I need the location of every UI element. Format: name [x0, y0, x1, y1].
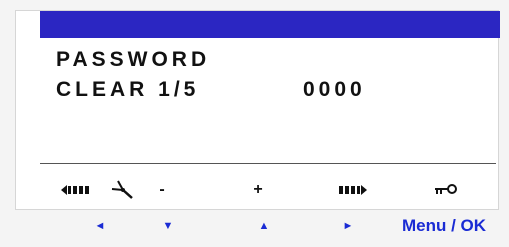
menu-ok-button[interactable]: Menu / OK	[388, 213, 500, 239]
divider	[40, 163, 496, 164]
move-left-icon	[60, 179, 92, 201]
device-frame: PASSWORD CLEAR 1/5 0000 - + ◄ ▼ ▲ ► Menu…	[0, 0, 509, 247]
nav-right-button[interactable]: ►	[336, 213, 360, 239]
function-icon-row: - +	[16, 179, 498, 201]
title-bar	[40, 11, 500, 38]
lcd-screen: PASSWORD CLEAR 1/5 0000 - +	[15, 10, 500, 210]
move-right-icon	[336, 179, 368, 201]
nav-left-button[interactable]: ◄	[88, 213, 112, 239]
ladder-icon	[108, 179, 138, 201]
menu-title: PASSWORD	[56, 48, 211, 71]
nav-down-button[interactable]: ▼	[156, 213, 180, 239]
navigation-bar: ◄ ▼ ▲ ► Menu / OK	[0, 213, 509, 239]
password-code: 0000	[303, 78, 366, 101]
minus-icon: -	[159, 181, 165, 198]
clear-label: CLEAR 1/5	[56, 78, 200, 101]
key-icon	[432, 179, 460, 201]
nav-up-button[interactable]: ▲	[252, 213, 276, 239]
plus-icon: +	[253, 181, 263, 198]
